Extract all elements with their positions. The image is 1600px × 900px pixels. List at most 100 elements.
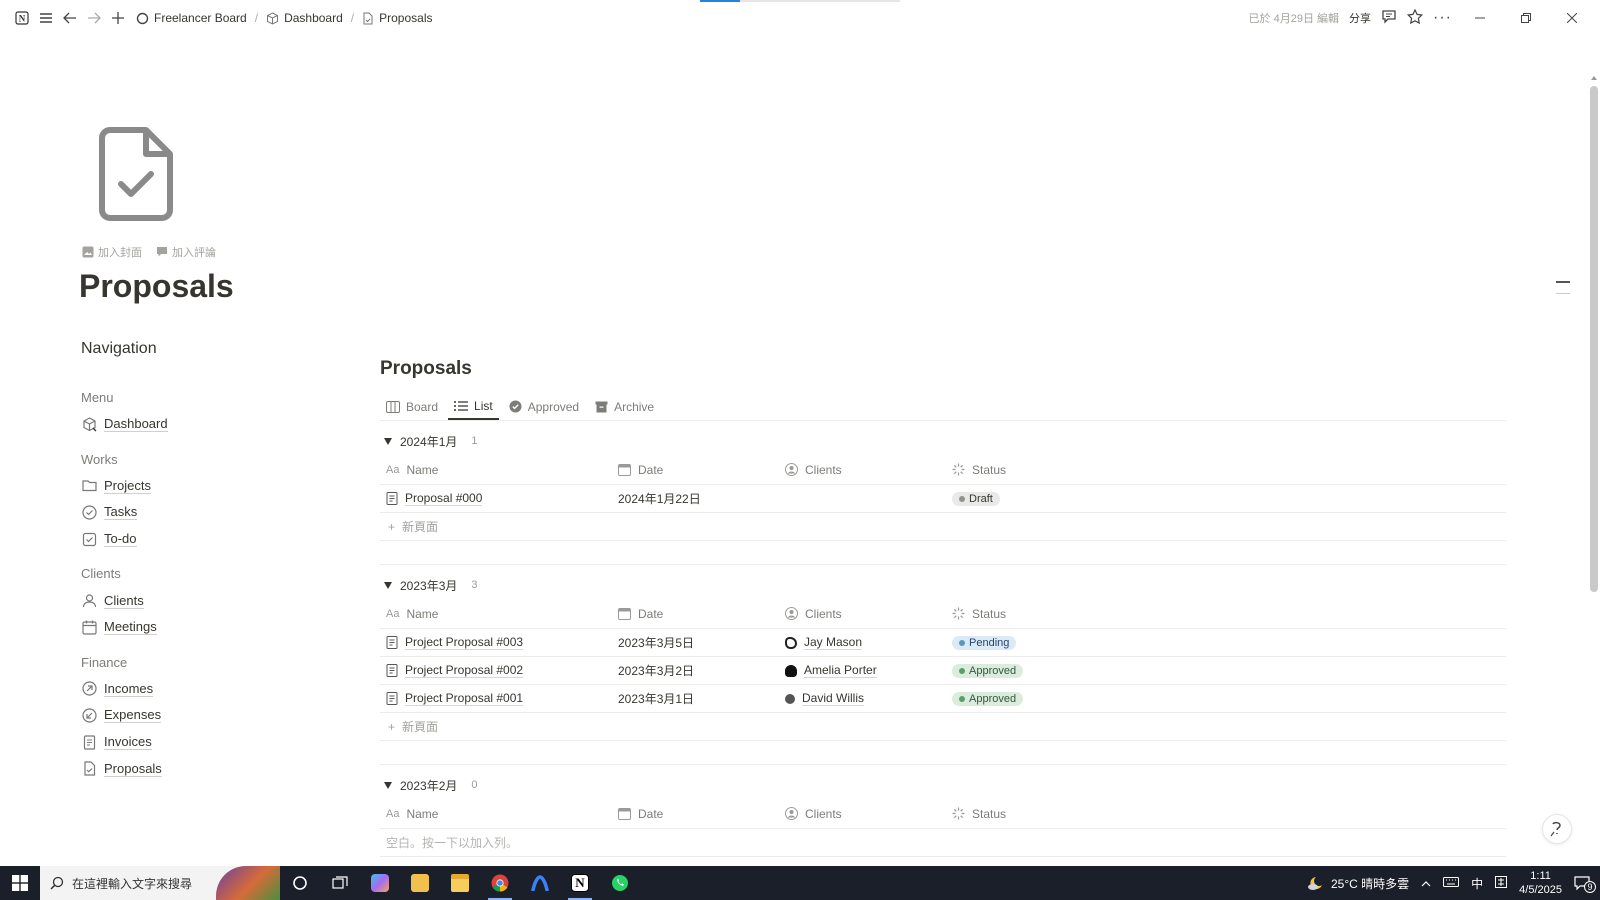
keyboard-icon[interactable] <box>1443 876 1460 890</box>
ime-mode-icon[interactable] <box>1495 875 1508 891</box>
page-title[interactable]: Proposals <box>79 268 234 305</box>
new-page-row[interactable]: + 新頁面 <box>380 513 1506 541</box>
nav-item-incomes[interactable]: Incomes <box>81 676 361 703</box>
cell-status[interactable]: Approved <box>946 663 1506 678</box>
system-clock[interactable]: 1:11 4/5/2025 <box>1519 869 1562 897</box>
column-header-status[interactable]: Status <box>946 607 1506 621</box>
column-header-name[interactable]: Aa Name <box>380 807 612 821</box>
cell-name[interactable]: Project Proposal #003 <box>380 635 612 650</box>
nav-item-invoices[interactable]: Invoices <box>81 729 361 756</box>
column-header-date[interactable]: Date <box>612 607 779 621</box>
collapse-caret-icon[interactable] <box>384 581 392 589</box>
chrome-icon[interactable] <box>480 866 520 900</box>
table-row[interactable]: Proposal #000 2024年1月22日 Draft <box>380 485 1506 513</box>
windows-start-icon[interactable] <box>0 866 40 900</box>
mail-app-icon[interactable] <box>400 866 440 900</box>
breadcrumb-dashboard[interactable]: Dashboard <box>266 11 343 25</box>
nav-item-meetings[interactable]: Meetings <box>81 614 361 641</box>
new-page-plus-icon[interactable] <box>106 6 130 30</box>
breadcrumb-freelancer-board[interactable]: Freelancer Board <box>136 11 247 25</box>
file-explorer-icon[interactable] <box>440 866 480 900</box>
scrollbar-thumb[interactable] <box>1590 86 1598 592</box>
cell-status[interactable]: Approved <box>946 691 1506 706</box>
help-button[interactable] <box>1542 814 1572 844</box>
column-header-date[interactable]: Date <box>612 807 779 821</box>
back-arrow-icon[interactable] <box>58 6 82 30</box>
cell-clients[interactable]: Amelia Porter <box>779 663 946 678</box>
comments-icon[interactable] <box>1381 9 1397 27</box>
share-button[interactable]: 分享 <box>1349 10 1371 26</box>
column-header-clients[interactable]: Clients <box>779 607 946 621</box>
new-page-row[interactable]: + 新頁面 <box>380 713 1506 741</box>
favorite-star-icon[interactable] <box>1406 8 1424 27</box>
cell-status[interactable]: Pending <box>946 635 1506 650</box>
table-row[interactable]: Project Proposal #003 2023年3月5日 Jay Maso… <box>380 629 1506 657</box>
cell-date[interactable]: 2023年3月2日 <box>612 662 779 679</box>
cell-date[interactable]: 2024年1月22日 <box>612 490 779 507</box>
tab-approved[interactable]: Approved <box>503 393 585 420</box>
weather-widget[interactable]: 25°C 晴時多雲 <box>1307 875 1409 892</box>
cell-clients[interactable]: Jay Mason <box>779 635 946 650</box>
notification-center-icon[interactable]: 9 <box>1574 876 1596 893</box>
cell-name[interactable]: Project Proposal #001 <box>380 691 612 706</box>
group-header[interactable]: 2024年1月 1 <box>380 427 1506 455</box>
nav-item-tasks[interactable]: Tasks <box>81 499 361 526</box>
scroll-up-arrow-icon[interactable] <box>1591 76 1597 80</box>
status-spinner-icon <box>952 807 965 820</box>
notion-logo-icon[interactable]: N <box>10 6 34 30</box>
database-title[interactable]: Proposals <box>380 358 1506 380</box>
add-comment-button[interactable]: 加入評論 <box>156 244 216 260</box>
column-header-clients[interactable]: Clients <box>779 463 946 477</box>
nav-item-expenses[interactable]: Expenses <box>81 702 361 729</box>
empty-group-hint[interactable]: 空白。按一下以加入列。 <box>380 829 1506 857</box>
cell-name[interactable]: Project Proposal #002 <box>380 663 612 678</box>
restore-window-icon[interactable] <box>1508 13 1544 23</box>
forward-arrow-icon[interactable] <box>82 6 106 30</box>
column-header-status[interactable]: Status <box>946 807 1506 821</box>
column-header-clients[interactable]: Clients <box>779 807 946 821</box>
close-window-icon[interactable] <box>1554 13 1590 23</box>
cell-date[interactable]: 2023年3月5日 <box>612 634 779 651</box>
cortana-icon[interactable] <box>280 866 320 900</box>
nav-item-todo[interactable]: To-do <box>81 526 361 553</box>
cell-clients[interactable]: David Willis <box>779 691 946 706</box>
column-header-name[interactable]: Aa Name <box>380 463 612 477</box>
collapse-caret-icon[interactable] <box>384 437 392 445</box>
table-of-contents-marker[interactable] <box>1556 293 1570 294</box>
show-hidden-icons-chevron-icon[interactable] <box>1421 876 1431 890</box>
table-of-contents-marker[interactable] <box>1556 281 1570 283</box>
ime-language-indicator[interactable]: 中 <box>1471 875 1483 892</box>
cell-name[interactable]: Proposal #000 <box>380 491 612 506</box>
collapse-caret-icon[interactable] <box>384 781 392 789</box>
cell-date[interactable]: 2023年3月1日 <box>612 690 779 707</box>
nav-item-projects[interactable]: Projects <box>81 473 361 500</box>
nav-item-dashboard[interactable]: Dashboard <box>81 411 361 438</box>
tab-board[interactable]: Board <box>380 393 444 420</box>
board-columns-icon <box>386 400 400 413</box>
column-header-status[interactable]: Status <box>946 463 1506 477</box>
group-header[interactable]: 2023年3月 3 <box>380 571 1506 599</box>
notion-app-icon[interactable]: N <box>560 866 600 900</box>
vertical-scrollbar[interactable] <box>1588 36 1600 866</box>
group-header[interactable]: 2023年2月 0 <box>380 771 1506 799</box>
column-header-name[interactable]: Aa Name <box>380 607 612 621</box>
taskbar-search[interactable]: 在這裡輸入文字來搜尋 <box>40 866 280 900</box>
arc-browser-icon[interactable] <box>520 866 560 900</box>
more-options-icon[interactable]: ··· <box>1433 9 1452 27</box>
breadcrumb-proposals[interactable]: Proposals <box>362 11 433 25</box>
nav-item-clients[interactable]: Clients <box>81 587 361 614</box>
whatsapp-icon[interactable] <box>600 866 640 900</box>
cell-status[interactable]: Draft <box>946 491 1506 506</box>
sidebar-menu-icon[interactable] <box>34 6 58 30</box>
minimize-window-icon[interactable] <box>1462 13 1498 23</box>
nav-item-proposals[interactable]: Proposals <box>81 755 361 782</box>
add-cover-button[interactable]: 加入封面 <box>82 244 142 260</box>
tab-list[interactable]: List <box>448 393 499 420</box>
tab-archive[interactable]: Archive <box>589 393 660 420</box>
copilot-app-icon[interactable] <box>360 866 400 900</box>
task-view-icon[interactable] <box>320 866 360 900</box>
page-icon-file-check[interactable] <box>96 126 176 222</box>
table-row[interactable]: Project Proposal #001 2023年3月1日 David Wi… <box>380 685 1506 713</box>
table-row[interactable]: Project Proposal #002 2023年3月2日 Amelia P… <box>380 657 1506 685</box>
column-header-date[interactable]: Date <box>612 463 779 477</box>
